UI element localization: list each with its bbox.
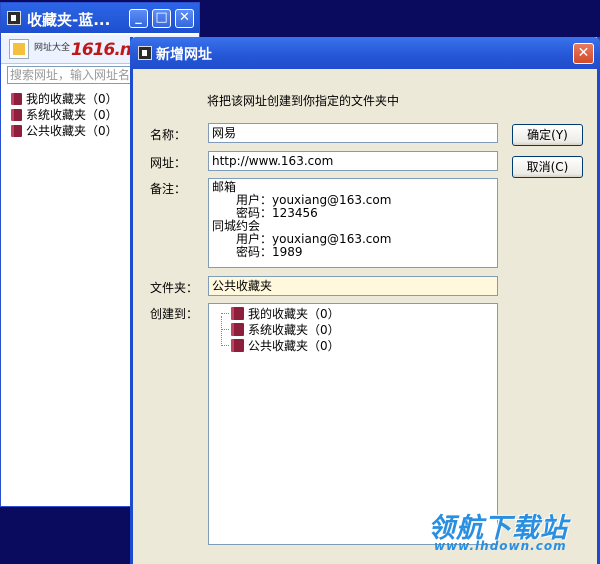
ok-button[interactable]: 确定(Y) <box>512 124 583 146</box>
book-icon <box>231 323 244 336</box>
list-item[interactable]: 公共收藏夹（0） <box>11 123 118 139</box>
list-item-label: 公共收藏夹（0） <box>26 124 118 138</box>
maximize-button[interactable]: □ <box>152 9 171 28</box>
notes-label: 备注： <box>150 182 187 196</box>
folder-label: 文件夹： <box>150 281 199 295</box>
dialog-hint: 将把该网址创建到你指定的文件夹中 <box>207 94 400 108</box>
dialog-close-button[interactable]: ✕ <box>573 43 594 64</box>
logo-subtitle: 网址大全 <box>34 43 71 53</box>
dialog-title: 新增网址 <box>156 47 212 63</box>
url-label: 网址： <box>150 156 187 170</box>
book-icon <box>11 93 22 105</box>
minimize-button[interactable]: _ <box>129 9 148 28</box>
cancel-button[interactable]: 取消(C) <box>512 156 583 178</box>
tree-item-label: 系统收藏夹（0） <box>248 323 340 337</box>
folder-field[interactable]: 公共收藏夹 <box>208 276 498 296</box>
create-to-label: 创建到： <box>150 307 199 321</box>
book-icon <box>11 109 22 121</box>
list-item-label: 我的收藏夹（0） <box>26 92 118 106</box>
book-icon <box>231 307 244 320</box>
list-item[interactable]: 系统收藏夹（0） <box>11 107 118 123</box>
tree-item[interactable]: 我的收藏夹（0） <box>221 306 340 322</box>
book-icon <box>11 125 22 137</box>
window-icon <box>7 11 21 25</box>
notes-line: 密码：1989 <box>236 245 303 259</box>
url-field[interactable]: http://www.163.com <box>208 151 498 171</box>
notes-textarea[interactable]: 邮箱 用户：youxiang@163.com 密码：123456 同城约会 用户… <box>208 178 498 268</box>
favorites-list: 我的收藏夹（0） 系统收藏夹（0） 公共收藏夹（0） <box>11 91 118 139</box>
watermark: 领航下载站 www.lhdown.com <box>428 506 568 553</box>
watermark-url: www.lhdown.com <box>434 539 567 553</box>
close-button[interactable]: ✕ <box>175 9 194 28</box>
dialog-titlebar[interactable]: 新增网址 ✕ <box>130 37 600 69</box>
favorites-titlebar[interactable]: 收藏夹-蓝... _ □ ✕ <box>1 3 199 33</box>
list-item[interactable]: 我的收藏夹（0） <box>11 91 118 107</box>
tree-item-label: 我的收藏夹（0） <box>248 307 340 321</box>
list-item-label: 系统收藏夹（0） <box>26 108 118 122</box>
logo-icon <box>9 39 29 59</box>
name-field[interactable]: 网易 <box>208 123 498 143</box>
add-url-dialog: 新增网址 ✕ 将把该网址创建到你指定的文件夹中 名称： 网易 网址： http:… <box>130 37 600 564</box>
favorites-title: 收藏夹-蓝... <box>27 11 111 29</box>
tree-item-label: 公共收藏夹（0） <box>248 339 340 353</box>
book-icon <box>231 339 244 352</box>
window-icon <box>138 46 152 60</box>
tree-item[interactable]: 系统收藏夹（0） <box>221 322 340 338</box>
name-label: 名称： <box>150 128 187 142</box>
tree-item[interactable]: 公共收藏夹（0） <box>221 338 340 354</box>
